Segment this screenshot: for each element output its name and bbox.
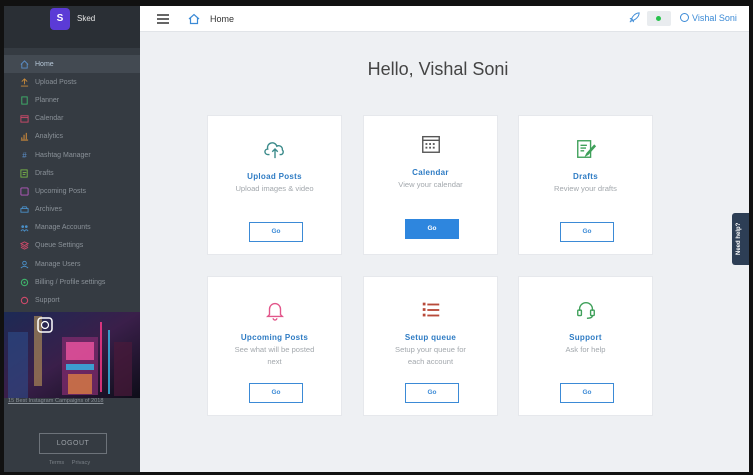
sidebar-nav: Home Upload Posts Planner Calendar Analy…: [4, 48, 140, 310]
promo-image[interactable]: [4, 312, 140, 398]
footer-links: Terms Privacy: [49, 460, 96, 466]
queue-list-icon: [364, 299, 497, 321]
drafts-go-button[interactable]: Go: [560, 222, 614, 242]
user-icon: [680, 13, 689, 22]
app-name: Sked: [77, 14, 96, 23]
card-title: Calendar: [412, 168, 449, 177]
sked-logo[interactable]: S: [50, 8, 70, 30]
sidebar-item-label: Support: [35, 297, 60, 305]
card-title: Setup queue: [404, 333, 457, 342]
breadcrumb: Home: [210, 14, 235, 24]
sidebar-item-label: Archives: [35, 206, 62, 214]
app-window: S Sked Home Upload Posts Planner Calenda…: [4, 6, 749, 472]
support-card: Support Ask for help Go: [518, 276, 653, 416]
home-icon: [20, 59, 29, 69]
card-description: See what will be posted next: [234, 345, 315, 366]
headset-icon: [519, 299, 652, 321]
users-icon: [20, 260, 29, 269]
user-name: Vishal Soni: [692, 13, 737, 23]
sidebar-item-label: Billing / Profile settings: [35, 278, 106, 286]
setup-queue-go-button[interactable]: Go: [405, 383, 459, 403]
sidebar-item-label: Upload Posts: [35, 78, 77, 86]
drafts-icon: [20, 169, 29, 178]
planner-icon: [20, 96, 29, 105]
top-bar: Home Vishal Soni: [140, 6, 749, 32]
sidebar-item-manage-accounts[interactable]: Manage Accounts: [4, 219, 140, 237]
sidebar: S Sked Home Upload Posts Planner Calenda…: [4, 6, 140, 472]
drafts-icon: [519, 138, 652, 160]
sidebar-item-planner[interactable]: Planner: [4, 91, 140, 109]
menu-icon[interactable]: [157, 14, 169, 24]
sidebar-item-label: Upcoming Posts: [35, 187, 86, 195]
hashtag-icon: #: [22, 150, 27, 160]
card-description: View your calendar: [398, 180, 463, 189]
support-go-button[interactable]: Go: [560, 383, 614, 403]
sidebar-item-queue-settings[interactable]: Queue Settings: [4, 237, 140, 255]
upload-cloud-icon: [208, 138, 341, 160]
sidebar-item-label: Manage Users: [35, 260, 81, 268]
bell-icon: [208, 299, 341, 321]
sidebar-item-label: Analytics: [35, 133, 64, 141]
need-help-tab[interactable]: Need help?: [732, 213, 749, 265]
billing-icon: [20, 278, 29, 287]
sidebar-item-drafts[interactable]: Drafts: [4, 164, 140, 182]
sidebar-item-archives[interactable]: Archives: [4, 201, 140, 219]
card-title: Support: [569, 333, 602, 342]
status-toggle[interactable]: [647, 11, 671, 26]
sidebar-item-label: Drafts: [35, 169, 54, 177]
queue-icon: [19, 241, 30, 251]
rocket-icon[interactable]: [628, 11, 641, 29]
upload-icon: [20, 78, 29, 87]
user-menu[interactable]: Vishal Soni: [680, 13, 737, 23]
terms-link[interactable]: Terms: [49, 460, 64, 466]
upload-posts-card: Upload Posts Upload images & video Go: [207, 115, 342, 255]
logout-button[interactable]: LOGOUT: [39, 433, 107, 454]
card-title: Drafts: [573, 172, 598, 181]
support-icon: [20, 296, 29, 305]
online-status-dot: [656, 16, 661, 21]
upcoming-posts-card: Upcoming Posts See what will be posted n…: [207, 276, 342, 416]
setup-queue-card: Setup queue Setup your queue for each ac…: [363, 276, 498, 416]
card-title: Upload Posts: [247, 172, 302, 181]
sidebar-item-manage-users[interactable]: Manage Users: [4, 255, 140, 273]
upcoming-posts-go-button[interactable]: Go: [249, 383, 303, 403]
sidebar-item-upcoming-posts[interactable]: Upcoming Posts: [4, 182, 140, 200]
accounts-icon: [20, 223, 29, 233]
promo-caption[interactable]: 15 Best Instagram Campaigns of 2018: [8, 398, 103, 404]
calendar-icon: [364, 133, 497, 155]
home-icon[interactable]: [188, 12, 200, 30]
drafts-card: Drafts Review your drafts Go: [518, 115, 653, 255]
sidebar-item-hashtag-manager[interactable]: # Hashtag Manager: [4, 146, 140, 164]
logo-bar: S Sked: [4, 6, 140, 48]
sidebar-item-label: Queue Settings: [35, 242, 84, 250]
sidebar-item-upload-posts[interactable]: Upload Posts: [4, 73, 140, 91]
sidebar-item-support[interactable]: Support: [4, 291, 140, 309]
need-help-label: Need help?: [736, 222, 742, 255]
card-description: Upload images & video: [235, 184, 314, 193]
sidebar-item-calendar[interactable]: Calendar: [4, 110, 140, 128]
card-description: Review your drafts: [554, 184, 617, 193]
calendar-go-button[interactable]: Go: [405, 219, 459, 239]
page-title: Hello, Vishal Soni: [367, 59, 509, 79]
upload-posts-go-button[interactable]: Go: [249, 222, 303, 242]
privacy-link[interactable]: Privacy: [72, 460, 90, 466]
sidebar-item-label: Home: [35, 60, 54, 68]
calendar-card: Calendar View your calendar Go: [363, 115, 498, 255]
sidebar-item-analytics[interactable]: Analytics: [4, 128, 140, 146]
card-description: Setup your queue for each account: [395, 345, 466, 366]
sidebar-item-label: Planner: [35, 96, 60, 104]
upcoming-icon: [20, 187, 29, 196]
card-title: Upcoming Posts: [240, 333, 309, 342]
archives-icon: [20, 205, 29, 214]
sidebar-item-label: Calendar: [35, 115, 64, 123]
sidebar-item-label: Manage Accounts: [35, 224, 91, 232]
sidebar-item-billing-profile[interactable]: Billing / Profile settings: [4, 273, 140, 291]
calendar-icon: [20, 114, 29, 123]
card-description: Ask for help: [565, 345, 606, 354]
sidebar-item-home[interactable]: Home: [4, 55, 140, 74]
analytics-icon: [20, 132, 29, 141]
sidebar-item-label: Hashtag Manager: [35, 151, 91, 159]
